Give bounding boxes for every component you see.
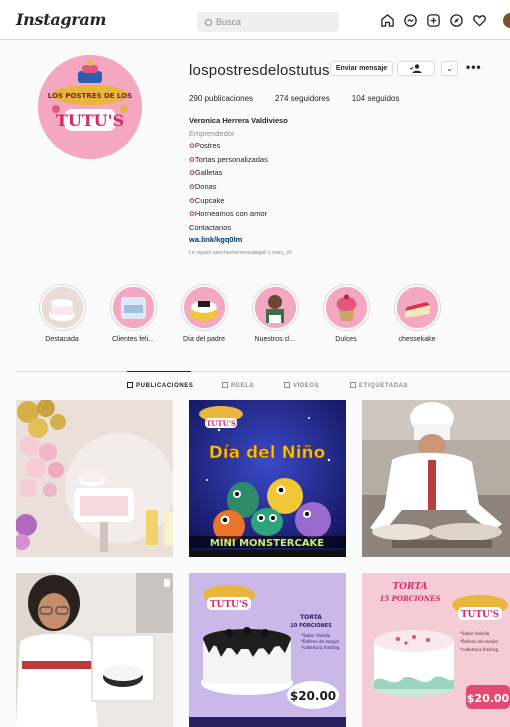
post-feature-text: *cobertura frosting: [301, 645, 339, 650]
post-torta-text: TORTA: [392, 582, 427, 592]
highlight-dia-del-padre[interactable]: Día del padre: [179, 285, 229, 343]
logo-text: TUTU'S: [210, 600, 248, 610]
highlight-destacada[interactable]: Destacada: [37, 285, 87, 343]
svg-text:TUTU'S: TUTU'S: [206, 419, 236, 428]
post-thumbnail[interactable]: TUTU'S TORTA 10 PORCIONES *Sabor Vainill…: [189, 573, 346, 727]
highlight-dulces[interactable]: Dulces: [321, 285, 371, 343]
bio-line: ✿Postres: [189, 141, 221, 151]
post-title-text: Día del Niño: [209, 443, 326, 463]
highlight-cover: [110, 285, 156, 330]
search-placeholder: Busca: [216, 17, 242, 27]
post-torta-text: TORTA: [300, 614, 322, 621]
svg-text:TUTU'S: TUTU'S: [56, 111, 124, 130]
highlight-cover: [252, 285, 298, 330]
search-input[interactable]: Busca: [197, 12, 339, 32]
tutus-logo: LOS POSTRES DE LOS TUTU'S: [38, 55, 142, 159]
person-check-icon: [409, 64, 422, 73]
new-post-icon[interactable]: [426, 13, 441, 28]
post-feature-text: *Sabor Vainilla: [301, 633, 331, 638]
following-button[interactable]: [397, 61, 435, 76]
grid-icon: [127, 382, 133, 388]
bio-full-name: Veronica Herrera Valdivieso: [189, 116, 288, 125]
profile-bio: Veronica Herrera Valdivieso Emprendedor …: [189, 115, 288, 247]
suggested-dropdown-button[interactable]: ⌄: [441, 61, 458, 76]
highlight-cover: [323, 285, 369, 330]
post-price-text: $20.00: [290, 689, 336, 703]
post-thumbnail[interactable]: [16, 573, 173, 727]
post-image: [362, 400, 510, 557]
highlight-cover: [39, 285, 85, 330]
post-feature-text: *Relleno de manjar: [460, 639, 499, 644]
profile-avatar[interactable]: [503, 13, 510, 28]
highlight-clientes[interactable]: Clientes feli...: [108, 285, 158, 343]
posts-count: 290 publicaciones: [189, 94, 254, 103]
post-image: TUTU'S Día del Niño MINI MONSTERCAKE: [189, 400, 346, 557]
bio-line: ✿Tortas personalizadas: [189, 154, 268, 164]
instagram-logo[interactable]: Instagram: [16, 10, 106, 29]
reels-icon: [222, 382, 228, 388]
followers-count[interactable]: 274 seguidores: [275, 94, 330, 103]
chevron-down-icon: ⌄: [446, 64, 453, 73]
post-thumbnail[interactable]: TORTA 15 PORCIONES TUTU'S *Sabor Vainill…: [362, 573, 510, 727]
top-navigation-bar: Instagram Busca: [0, 0, 510, 40]
bio-line: ✿Galletas: [189, 168, 223, 178]
bio-contact: Contactanos: [189, 222, 232, 232]
highlight-cover: [394, 285, 440, 330]
bio-category: Emprendedor: [189, 128, 235, 138]
tab-etiquetadas[interactable]: ETIQUETADAS: [350, 382, 408, 389]
post-price-text: $20.00: [467, 692, 510, 705]
profile-username: lospostresdelostutus: [189, 62, 330, 79]
highlight-nuestros-clientes[interactable]: Nuestros cl...: [250, 285, 300, 343]
svg-text:LOS POSTRES DE LOS: LOS POSTRES DE LOS: [48, 92, 132, 100]
highlight-chessekake[interactable]: chessekake: [392, 285, 442, 343]
following-count[interactable]: 104 seguidos: [352, 94, 400, 103]
tab-publicaciones[interactable]: PUBLICACIONES: [127, 382, 193, 389]
post-image: [16, 400, 173, 557]
post-porciones-text: 10 PORCIONES: [290, 623, 332, 629]
activity-heart-icon[interactable]: [472, 13, 487, 28]
post-image: TORTA 15 PORCIONES TUTU'S *Sabor Vainill…: [362, 573, 510, 727]
logo-text: TUTU'S: [461, 610, 499, 620]
send-message-button[interactable]: Enviar mensaje: [330, 61, 393, 76]
nav-icons: [380, 13, 487, 29]
post-thumbnail[interactable]: TUTU'S Día del Niño MINI MONSTERCAKE: [189, 400, 346, 557]
post-feature-text: *Relleno de manjar: [301, 639, 340, 644]
bio-line: ✿Donas: [189, 181, 217, 191]
search-icon: [205, 19, 212, 26]
explore-icon[interactable]: [449, 13, 464, 28]
tab-reels[interactable]: REELS: [222, 382, 254, 389]
followed-by-text[interactable]: Le siguen sanchezherrerasabigail y mary_…: [189, 250, 292, 256]
post-image: [16, 573, 173, 727]
highlight-cover: [181, 285, 227, 330]
tagged-icon: [350, 382, 356, 388]
post-thumbnail[interactable]: [362, 400, 510, 557]
post-subtitle-text: MINI MONSTERCAKE: [210, 538, 324, 549]
tabs-divider: [16, 371, 510, 372]
tab-videos[interactable]: VÍDEOS: [284, 382, 319, 389]
bio-link[interactable]: wa.link/kgq0lm: [189, 234, 288, 247]
home-icon[interactable]: [380, 13, 395, 28]
profile-picture[interactable]: LOS POSTRES DE LOS TUTU'S: [38, 55, 142, 159]
more-options-button[interactable]: •••: [466, 60, 482, 74]
profile-stats: 290 publicaciones 274 seguidores 104 seg…: [189, 94, 421, 103]
post-feature-text: *Sabor Vainilla: [460, 631, 490, 636]
video-icon: [284, 382, 290, 388]
post-porciones-text: 15 PORCIONES: [379, 594, 440, 603]
post-feature-text: *cobertura frosting: [460, 647, 498, 652]
active-tab-indicator: [127, 371, 191, 372]
messenger-icon[interactable]: [403, 13, 418, 28]
post-thumbnail[interactable]: [16, 400, 173, 557]
bio-line: ✿Horneamos con amor: [189, 209, 267, 219]
post-image: TUTU'S TORTA 10 PORCIONES *Sabor Vainill…: [189, 573, 346, 727]
bio-line: ✿Cupcake: [189, 195, 225, 205]
